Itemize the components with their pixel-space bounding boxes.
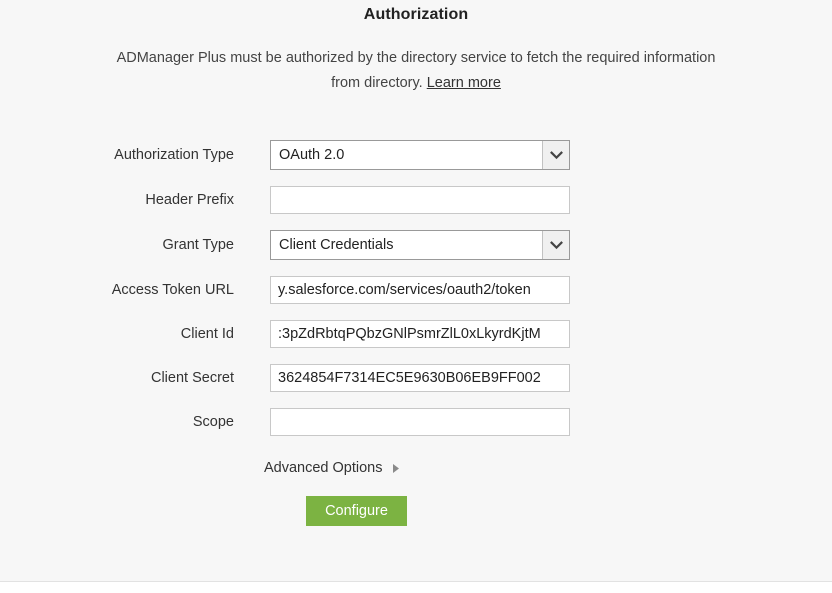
header-prefix-input[interactable] — [270, 186, 570, 214]
access-token-url-input[interactable] — [270, 276, 570, 304]
control-client-id — [270, 320, 570, 348]
scope-input[interactable] — [270, 408, 570, 436]
authorization-page: Authorization ADManager Plus must be aut… — [0, 0, 832, 593]
footer-area — [0, 582, 832, 593]
page-description: ADManager Plus must be authorized by the… — [116, 46, 716, 96]
form-row-client-secret: Client Secret — [0, 364, 832, 392]
control-header-prefix — [270, 186, 570, 214]
description-line-1: ADManager Plus must be authorized by the… — [117, 50, 640, 66]
authorization-type-select[interactable]: OAuth 2.0 — [270, 140, 570, 170]
chevron-down-icon[interactable] — [542, 141, 569, 169]
grant-type-value: Client Credentials — [271, 237, 542, 253]
triangle-right-icon — [392, 463, 400, 474]
authorization-type-value: OAuth 2.0 — [271, 147, 542, 163]
label-grant-type: Grant Type — [0, 237, 270, 253]
control-grant-type: Client Credentials — [270, 230, 570, 260]
form-row-client-id: Client Id — [0, 320, 832, 348]
label-client-secret: Client Secret — [0, 370, 270, 386]
control-authorization-type: OAuth 2.0 — [270, 140, 570, 170]
label-authorization-type: Authorization Type — [0, 147, 270, 163]
form-row-scope: Scope — [0, 408, 832, 436]
learn-more-link[interactable]: Learn more — [427, 75, 501, 91]
form-actions: Configure — [0, 496, 832, 526]
client-id-input[interactable] — [270, 320, 570, 348]
configure-button[interactable]: Configure — [306, 496, 407, 526]
chevron-down-icon[interactable] — [542, 231, 569, 259]
advanced-options-label: Advanced Options — [264, 460, 383, 476]
control-scope — [270, 408, 570, 436]
label-header-prefix: Header Prefix — [0, 192, 270, 208]
label-client-id: Client Id — [0, 326, 270, 342]
advanced-options-toggle[interactable]: Advanced Options — [0, 460, 832, 476]
page-title: Authorization — [0, 0, 832, 24]
label-scope: Scope — [0, 414, 270, 430]
form-row-authorization-type: Authorization Type OAuth 2.0 — [0, 140, 832, 170]
form-row-header-prefix: Header Prefix — [0, 186, 832, 214]
authorization-form: Authorization Type OAuth 2.0 Header Pref… — [0, 140, 832, 526]
form-row-grant-type: Grant Type Client Credentials — [0, 230, 832, 260]
form-row-access-token-url: Access Token URL — [0, 276, 832, 304]
control-client-secret — [270, 364, 570, 392]
client-secret-input[interactable] — [270, 364, 570, 392]
label-access-token-url: Access Token URL — [0, 282, 270, 298]
grant-type-select[interactable]: Client Credentials — [270, 230, 570, 260]
control-access-token-url — [270, 276, 570, 304]
